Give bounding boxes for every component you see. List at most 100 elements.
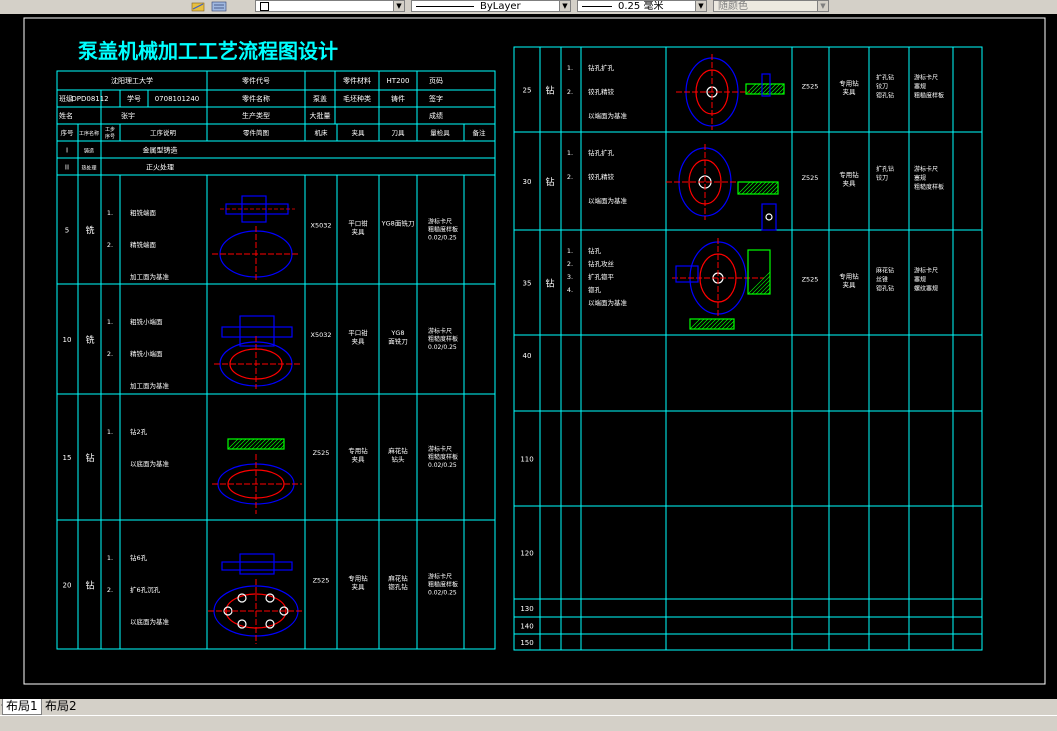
drawing-title: 泵盖机械加工工艺流程图设计	[78, 39, 338, 63]
plotstyle-combo-value: 随颜色	[718, 1, 748, 12]
fixture: 夹具	[843, 87, 857, 96]
plotstyle-combo: 随颜色 ▼	[713, 0, 829, 12]
row-no: I	[66, 147, 68, 155]
step-text: 精铣端面	[130, 240, 157, 249]
drawing-svg[interactable]: 泵盖机械加工工艺流程图设计 沈阳理工大学 零件代号 零件材料 HT200 页码 …	[0, 14, 1057, 699]
lineweight-combo[interactable]: 0.25 毫米 ▼	[577, 0, 707, 12]
sketch35-section-line	[755, 279, 771, 295]
machine: Z525	[802, 83, 819, 91]
part-number-label: 零件代号	[242, 76, 270, 85]
fixture: 专用钻	[839, 272, 859, 281]
column-header-1: 工序名称	[79, 130, 99, 137]
sketch35-bottom-section-line	[717, 318, 729, 330]
gauge: 0.02/0.25	[428, 344, 457, 351]
sketch25-section-line	[745, 83, 757, 95]
machine: Z525	[802, 276, 819, 284]
linetype-combo[interactable]: ByLayer ▼	[411, 0, 571, 12]
tool: YG8面铣刀	[381, 219, 415, 228]
fixture: 夹具	[352, 455, 366, 464]
sketch35-bottom-section-line	[693, 318, 705, 330]
color-combo[interactable]: ▼	[255, 0, 405, 12]
row-no: 110	[520, 456, 533, 464]
fixture: 夹具	[352, 337, 366, 346]
material-value: HT200	[387, 77, 410, 85]
step-number: 2.	[107, 586, 113, 594]
sketch30-detail	[761, 203, 777, 231]
machine: X5032	[311, 331, 332, 339]
tab-layout1[interactable]: 布局1	[2, 699, 42, 715]
linetype-preview-icon	[416, 5, 474, 7]
layer-tool-icons[interactable]	[190, 0, 238, 13]
fixture: 专用钻	[348, 446, 368, 455]
step-text: 精铣小端面	[130, 349, 163, 358]
sketch15-hatch-line	[267, 438, 279, 450]
step-text: 以端面为基准	[588, 298, 628, 307]
drawing-canvas[interactable]: 泵盖机械加工工艺流程图设计 沈阳理工大学 零件代号 零件材料 HT200 页码 …	[0, 14, 1057, 699]
lineweight-preview-icon	[582, 5, 612, 7]
step-text: 钻孔扩孔	[588, 63, 615, 72]
layout-tab-bar: ⯇ 布局1 布局2	[0, 699, 1057, 715]
tool: 麻花钻	[876, 267, 894, 275]
step-text: 钻2孔	[130, 427, 148, 436]
machine: X5032	[311, 222, 332, 230]
properties-toolbar: ▼ ByLayer ▼ 0.25 毫米 ▼ 随颜色 ▼	[0, 0, 1057, 15]
tab-layout2[interactable]: 布局2	[42, 699, 80, 714]
tool: 铰刀	[876, 174, 888, 182]
step-text: 铰孔精铰	[588, 87, 615, 96]
gauge: 游标卡尺	[914, 74, 938, 82]
step-text: 粗铣端面	[130, 208, 157, 217]
linetype-dropdown-arrow-icon[interactable]: ▼	[559, 1, 570, 11]
step-text: 以底面为基准	[130, 459, 170, 468]
sketch25-section-line	[757, 83, 769, 95]
sketch35-bottom-section-line	[721, 318, 733, 330]
gauge: 0.02/0.25	[428, 590, 457, 597]
row-no: 40	[523, 352, 532, 360]
step-text: 锪孔	[588, 285, 602, 294]
sketch20-elevation	[221, 561, 293, 571]
step-number: 4.	[567, 286, 573, 294]
row-name: 钻	[545, 85, 554, 97]
column-header-4: 零件简图	[243, 128, 269, 137]
row-name: 钻	[85, 580, 94, 592]
gauge: 游标卡尺	[914, 267, 938, 275]
lineweight-combo-value: 0.25 毫米	[618, 1, 664, 12]
step-text: 以底面为基准	[130, 617, 170, 626]
sketch15-hatch-line	[231, 438, 243, 450]
batch-value: 大批量	[310, 111, 331, 120]
name-value: 张宇	[121, 111, 135, 120]
row-name: 铸造	[84, 148, 94, 155]
tab-layout2-label: 布局2	[45, 699, 77, 713]
sketch20-bolt-hole	[237, 619, 247, 629]
step-text: 以端面为基准	[588, 196, 628, 205]
color-dropdown-arrow-icon[interactable]: ▼	[393, 1, 404, 11]
sketch20-boss	[239, 553, 275, 575]
tool: 扩孔钻	[876, 74, 894, 82]
tool: 锪孔钻	[388, 582, 408, 591]
machine: Z525	[313, 449, 330, 457]
lineweight-dropdown-arrow-icon[interactable]: ▼	[695, 1, 706, 11]
machine: Z525	[313, 577, 330, 585]
gauge: 游标卡尺	[428, 327, 452, 335]
step-text: 扩6孔沉孔	[130, 585, 161, 594]
step-text: 扩孔锪平	[588, 272, 615, 281]
sketch20-bolt-hole	[265, 593, 275, 603]
tool: 锪孔钻	[876, 92, 894, 100]
name-label: 姓名	[59, 111, 73, 120]
step-text: 铰孔精铰	[588, 172, 615, 181]
row-no: 25	[523, 87, 532, 95]
sketch35-section-line	[751, 275, 771, 295]
step-number: 2.	[107, 241, 113, 249]
column-header-2: 序号	[105, 133, 115, 140]
sketch25-section-line	[765, 83, 777, 95]
gauge: 塞规	[914, 276, 926, 284]
step-text: 以端面为基准	[588, 111, 628, 120]
gauge: 0.02/0.25	[428, 462, 457, 469]
row-no: 150	[520, 639, 533, 647]
sketch15-hatch-line	[247, 438, 259, 450]
sketch35-bottom-section-line	[697, 318, 709, 330]
sketch30-section-line	[769, 185, 779, 195]
plotstyle-dropdown-arrow-icon: ▼	[817, 1, 828, 11]
tool: 麻花钻	[388, 574, 408, 583]
fixture: 专用钻	[839, 170, 859, 179]
sketch10-elevation	[221, 326, 293, 338]
